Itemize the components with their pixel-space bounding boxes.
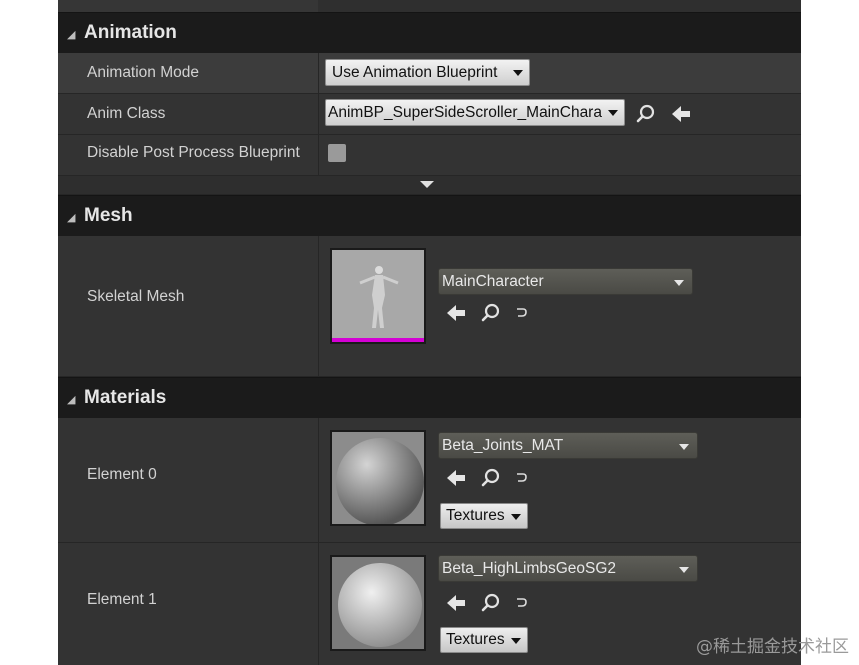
skeletal-mesh-label: Skeletal Mesh <box>87 288 185 305</box>
material-value: Beta_Joints_MAT <box>442 437 564 454</box>
arrow-left-icon[interactable] <box>445 592 467 614</box>
anim-class-dropdown[interactable]: AnimBP_SuperSideScroller_MainChara <box>325 99 625 126</box>
reset-arrow-icon[interactable] <box>514 306 528 320</box>
animation-mode-label: Animation Mode <box>87 64 200 81</box>
row-skeletal-mesh: Skeletal Mesh MainCharacter <box>58 236 801 377</box>
advanced-expander[interactable] <box>58 176 801 194</box>
chevron-down-icon <box>513 70 523 76</box>
chevron-down-icon <box>510 514 521 520</box>
search-icon[interactable] <box>480 592 502 614</box>
section-title-animation: Animation <box>84 22 177 43</box>
chevron-down-icon <box>679 444 689 450</box>
arrow-left-icon[interactable] <box>670 103 692 125</box>
textures-label: Textures <box>446 631 505 648</box>
section-title-materials: Materials <box>84 387 167 408</box>
row-disable-post-process: Disable Post Process Blueprint <box>58 135 801 176</box>
material-thumbnail[interactable] <box>330 430 426 526</box>
textures-label: Textures <box>446 507 505 524</box>
skeletal-mesh-thumbnail[interactable] <box>330 248 426 344</box>
chevron-down-icon <box>510 638 521 644</box>
material-thumbnail[interactable] <box>330 555 426 651</box>
details-panel: ◢ Animation Animation Mode Use Animation… <box>58 0 801 665</box>
animation-mode-value: Use Animation Blueprint <box>332 64 498 81</box>
material-dropdown[interactable]: Beta_Joints_MAT <box>438 432 698 459</box>
row-material-element-1: Element 1 Beta_HighLimbsGeoSG2 Textures <box>58 543 801 665</box>
textures-dropdown[interactable]: Textures <box>440 503 528 529</box>
reset-arrow-icon[interactable] <box>514 596 528 610</box>
collapse-triangle-icon[interactable]: ◢ <box>67 393 75 406</box>
row-anim-class: Anim Class AnimBP_SuperSideScroller_Main… <box>58 94 801 135</box>
character-preview-icon <box>332 250 424 342</box>
reset-arrow-icon[interactable] <box>514 471 528 485</box>
row-animation-mode: Animation Mode Use Animation Blueprint <box>58 53 801 94</box>
search-icon[interactable] <box>480 302 502 324</box>
chevron-down-icon <box>679 567 689 573</box>
expand-arrow-icon <box>420 181 434 188</box>
search-icon[interactable] <box>635 103 657 125</box>
chevron-down-icon <box>608 110 618 116</box>
section-title-mesh: Mesh <box>84 205 133 226</box>
anim-class-value: AnimBP_SuperSideScroller_MainChara <box>328 104 602 121</box>
disable-post-process-label: Disable Post Process Blueprint <box>87 144 300 161</box>
material-value: Beta_HighLimbsGeoSG2 <box>442 560 617 577</box>
section-header-animation[interactable]: ◢ Animation <box>58 12 801 53</box>
chevron-down-icon <box>674 280 684 286</box>
top-row-fragment <box>58 0 801 12</box>
section-header-mesh[interactable]: ◢ Mesh <box>58 195 801 236</box>
row-material-element-0: Element 0 Beta_Joints_MAT Textures <box>58 418 801 543</box>
watermark-text: @稀土掘金技术社区 <box>696 637 849 657</box>
disable-post-process-checkbox[interactable] <box>328 144 346 162</box>
textures-dropdown[interactable]: Textures <box>440 627 528 653</box>
material-dropdown[interactable]: Beta_HighLimbsGeoSG2 <box>438 555 698 582</box>
material-sphere-icon <box>332 432 424 524</box>
collapse-triangle-icon[interactable]: ◢ <box>67 211 75 224</box>
arrow-left-icon[interactable] <box>445 302 467 324</box>
skeletal-mesh-value: MainCharacter <box>442 273 544 290</box>
animation-mode-dropdown[interactable]: Use Animation Blueprint <box>325 59 530 86</box>
search-icon[interactable] <box>480 467 502 489</box>
material-sphere-icon <box>332 557 424 649</box>
collapse-triangle-icon[interactable]: ◢ <box>67 28 75 41</box>
section-header-materials[interactable]: ◢ Materials <box>58 377 801 418</box>
material-element-label: Element 1 <box>87 591 157 608</box>
material-element-label: Element 0 <box>87 466 157 483</box>
arrow-left-icon[interactable] <box>445 467 467 489</box>
anim-class-label: Anim Class <box>87 105 166 122</box>
skeletal-mesh-dropdown[interactable]: MainCharacter <box>438 268 693 295</box>
